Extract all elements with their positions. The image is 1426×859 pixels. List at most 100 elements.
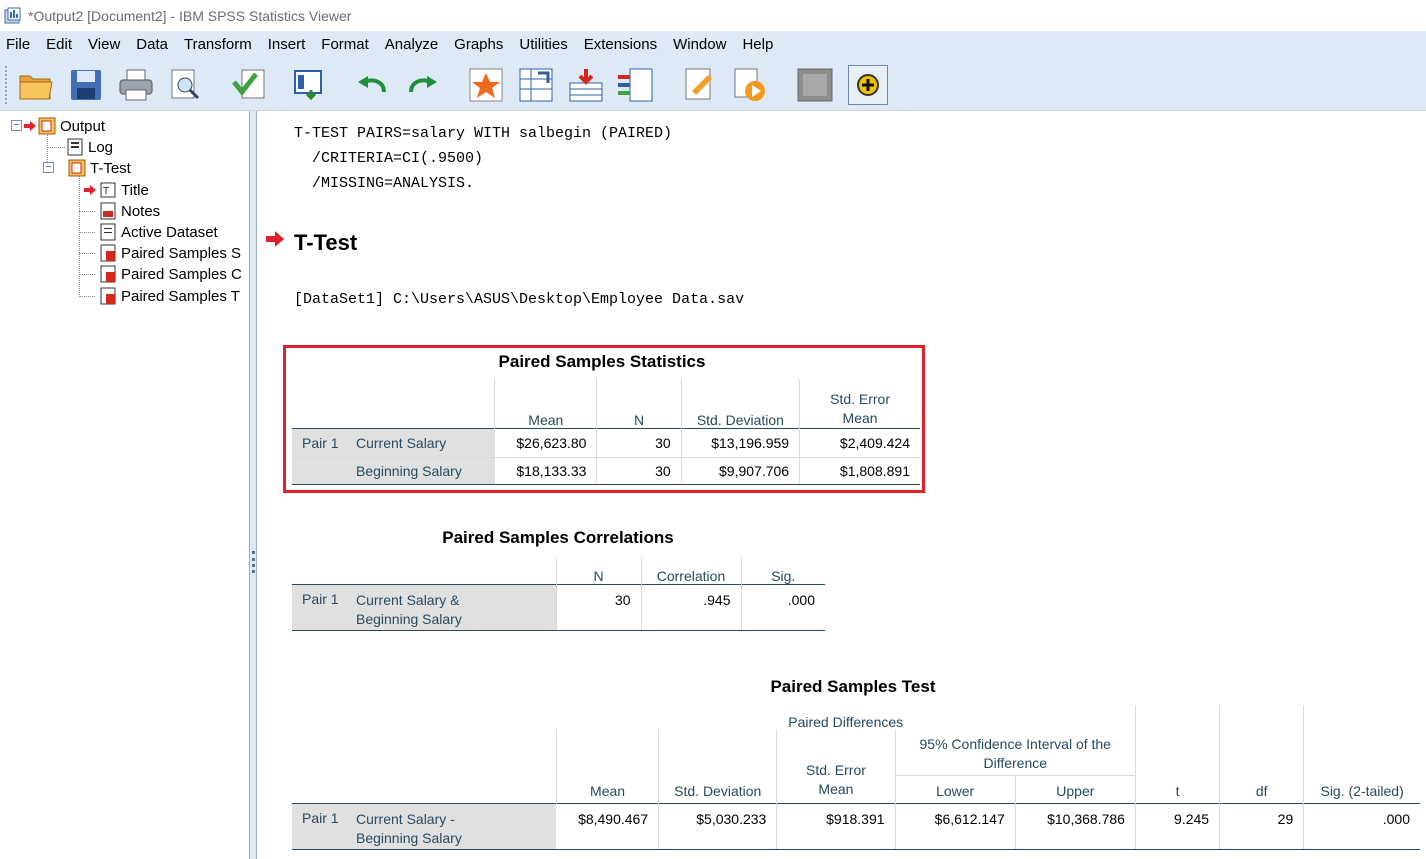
print-preview-icon[interactable]	[165, 65, 205, 105]
ci-header: 95% Confidence Interval of the Difference	[894, 730, 1136, 776]
log-icon	[67, 138, 83, 156]
collapse-output-toggle[interactable]: −	[11, 120, 22, 131]
toolbar-grip[interactable]	[5, 66, 9, 104]
menu-extensions[interactable]: Extensions	[576, 32, 665, 57]
cell-mean: $8,490.467	[556, 802, 659, 850]
tree-node-ttest[interactable]: T-Test	[68, 158, 131, 178]
tree-node-output[interactable]: Output	[38, 116, 105, 136]
content-pane[interactable]: T-TEST PAIRS=salary WITH salbegin (PAIRE…	[258, 111, 1426, 859]
tree-label-ttest: T-Test	[90, 159, 131, 177]
tree-node-paired-corr[interactable]: Paired Samples C	[99, 264, 242, 284]
variables-icon[interactable]	[615, 65, 655, 105]
outline-pane[interactable]: − Output Log − T-Test T Title Notes Acti…	[0, 111, 250, 859]
cell-df: 29	[1219, 802, 1304, 850]
tree-node-notes[interactable]: Notes	[99, 201, 160, 221]
designate-window-icon[interactable]	[680, 65, 720, 105]
undo-icon[interactable]	[352, 65, 392, 105]
pair-label: Pair 1	[302, 809, 339, 826]
test-col-lower: Lower	[894, 775, 1016, 803]
tree-label-title: Title	[121, 181, 149, 199]
menu-view[interactable]: View	[80, 32, 128, 57]
menu-analyze[interactable]: Analyze	[377, 32, 446, 57]
table-icon	[100, 244, 116, 262]
pane-splitter[interactable]	[250, 111, 257, 859]
highlight-box	[283, 345, 925, 493]
tree-node-title[interactable]: T Title	[99, 180, 149, 200]
menu-file[interactable]: File	[0, 32, 38, 57]
tree-label-log: Log	[88, 138, 114, 156]
menu-help[interactable]: Help	[734, 32, 781, 57]
collapse-ttest-toggle[interactable]: −	[43, 162, 54, 173]
redo-icon[interactable]	[403, 65, 443, 105]
test-col-sig: Sig. (2-tailed)	[1303, 705, 1420, 803]
dataset-icon	[100, 223, 116, 241]
save-icon[interactable]	[66, 65, 106, 105]
tree-label-active-dataset: Active Dataset	[121, 223, 218, 241]
tree-node-log[interactable]: Log	[66, 137, 113, 157]
tree-label-paired-test: Paired Samples T	[121, 287, 240, 305]
recall-dialog-icon[interactable]	[290, 65, 330, 105]
insert-cases-icon[interactable]	[566, 65, 606, 105]
output-book-icon	[38, 117, 56, 135]
cell-lower: $6,612.147	[894, 802, 1016, 850]
ttest-book-icon	[68, 159, 86, 177]
current-item-arrow-icon	[84, 185, 96, 195]
test-label-line1: Current Salary -	[356, 810, 455, 827]
syntax-line: T-TEST PAIRS=salary WITH salbegin (PAIRE…	[294, 125, 673, 142]
svg-text:T: T	[102, 186, 110, 197]
menu-bar: File Edit View Data Transform Insert For…	[0, 31, 1426, 58]
menu-utilities[interactable]: Utilities	[511, 32, 575, 57]
dataset-path: [DataSet1] C:\Users\ASUS\Desktop\Employe…	[294, 291, 745, 308]
test-table[interactable]: Paired Differences t df Sig. (2-tailed) …	[292, 705, 1420, 850]
cell-se: $918.391	[776, 802, 896, 850]
corr-label-line1: Current Salary &	[356, 591, 460, 608]
hide-icon[interactable]	[795, 65, 835, 105]
menu-window[interactable]: Window	[665, 32, 734, 57]
test-col-df: df	[1219, 705, 1304, 803]
promote-icon[interactable]	[848, 65, 888, 105]
syntax-line: /MISSING=ANALYSIS.	[294, 175, 475, 192]
menu-format[interactable]: Format	[313, 32, 377, 57]
goto-variable-icon[interactable]	[516, 65, 556, 105]
run-script-icon[interactable]	[729, 65, 769, 105]
tree-node-paired-stats[interactable]: Paired Samples S	[99, 243, 241, 263]
corr-table-title: Paired Samples Correlations	[442, 528, 674, 547]
heading-ttest: T-Test	[294, 230, 358, 255]
arrow-icon	[24, 121, 36, 131]
test-col-sd: Std. Deviation	[658, 730, 777, 803]
tree-node-paired-test[interactable]: Paired Samples T	[99, 286, 240, 306]
corr-row-label: Pair 1 Current Salary & Beginning Salary	[292, 583, 556, 631]
test-label-line2: Beginning Salary	[356, 829, 462, 846]
cell-t: 9.245	[1134, 802, 1220, 850]
menu-data[interactable]: Data	[128, 32, 176, 57]
menu-graphs[interactable]: Graphs	[446, 32, 511, 57]
tree-label-notes: Notes	[121, 202, 161, 220]
menu-edit[interactable]: Edit	[38, 32, 80, 57]
tree-node-active-dataset[interactable]: Active Dataset	[99, 222, 218, 242]
test-table-title: Paired Samples Test	[770, 677, 936, 696]
tree-label-paired-stats: Paired Samples S	[121, 244, 242, 262]
print-icon[interactable]	[116, 65, 156, 105]
corr-col-correlation: Correlation	[640, 557, 741, 584]
export-icon[interactable]	[229, 65, 269, 105]
heading-arrow-icon	[266, 231, 284, 247]
cell-sd: $5,030.233	[658, 802, 777, 850]
syntax-line: /CRITERIA=CI(.9500)	[294, 150, 484, 167]
menu-insert[interactable]: Insert	[260, 32, 314, 57]
corr-col-n: N	[555, 557, 641, 584]
title-icon: T	[100, 182, 116, 198]
corr-label-line2: Beginning Salary	[356, 610, 462, 627]
menu-transform[interactable]: Transform	[176, 32, 260, 57]
notes-icon	[100, 202, 116, 220]
corr-table[interactable]: N Correlation Sig. Pair 1 Current Salary …	[292, 557, 825, 631]
open-folder-icon[interactable]	[16, 65, 56, 105]
title-bar: *Output2 [Document2] - IBM SPSS Statisti…	[0, 0, 1426, 31]
cell-sig: .000	[740, 583, 825, 631]
cell-n: 30	[555, 583, 641, 631]
pair-label: Pair 1	[302, 590, 339, 607]
cell-upper: $10,368.786	[1014, 802, 1136, 850]
window-title: *Output2 [Document2] - IBM SPSS Statisti…	[28, 7, 352, 24]
table-icon	[100, 287, 116, 305]
goto-case-icon[interactable]	[466, 65, 506, 105]
tree-label-output: Output	[60, 117, 106, 135]
